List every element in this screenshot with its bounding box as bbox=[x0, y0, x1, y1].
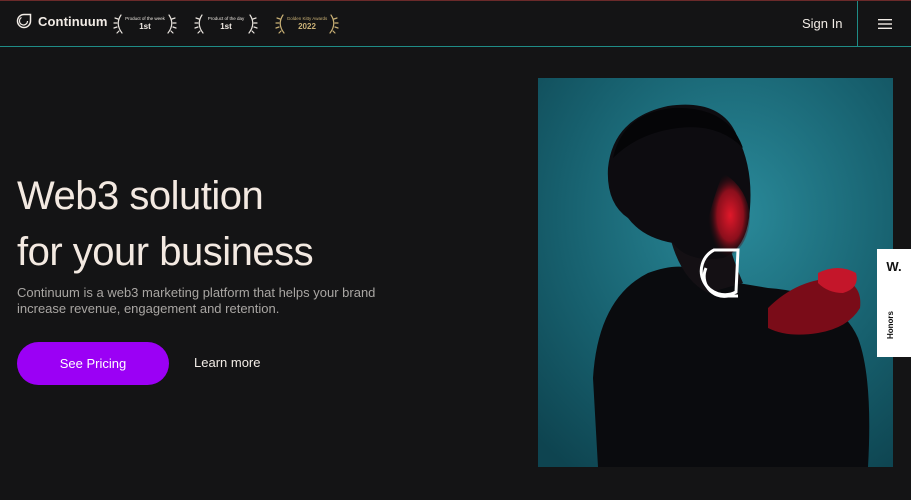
hero-image bbox=[538, 78, 893, 467]
award-label: Golden Kitty Awards bbox=[286, 15, 328, 21]
continuum-logo-icon bbox=[16, 13, 32, 29]
learn-more-link[interactable]: Learn more bbox=[194, 355, 260, 370]
top-nav-bar: Continuum Product of the week 1st Produc… bbox=[0, 1, 911, 47]
honors-label: Honors bbox=[886, 311, 895, 339]
award-product-of-the-week[interactable]: Product of the week 1st bbox=[112, 11, 178, 37]
hero-title-line-1: Web3 solution bbox=[17, 174, 264, 218]
person-silhouette-image bbox=[538, 78, 893, 467]
sign-in-link[interactable]: Sign In bbox=[802, 16, 842, 31]
honors-badge[interactable]: W. Honors bbox=[877, 249, 911, 357]
see-pricing-button[interactable]: See Pricing bbox=[17, 342, 169, 385]
award-rank: 1st bbox=[139, 22, 151, 32]
logo[interactable]: Continuum bbox=[16, 13, 108, 29]
menu-button[interactable] bbox=[857, 1, 911, 46]
award-label: Product of the week bbox=[125, 15, 165, 21]
award-rank: 2022 bbox=[298, 22, 316, 32]
award-rank: 1st bbox=[220, 22, 232, 32]
hero-title: Web3 solution for your business bbox=[17, 168, 314, 280]
logo-text: Continuum bbox=[38, 13, 108, 29]
award-label: Product of the day bbox=[207, 15, 245, 21]
hero-description: Continuum is a web3 marketing platform t… bbox=[17, 285, 376, 316]
award-golden-kitty[interactable]: Golden Kitty Awards 2022 bbox=[274, 11, 340, 37]
hamburger-menu-icon bbox=[877, 18, 892, 29]
hero-title-line-2: for your business bbox=[17, 230, 314, 274]
honors-letter: W. bbox=[886, 259, 902, 274]
award-product-of-the-day[interactable]: Product of the day 1st bbox=[193, 11, 259, 37]
